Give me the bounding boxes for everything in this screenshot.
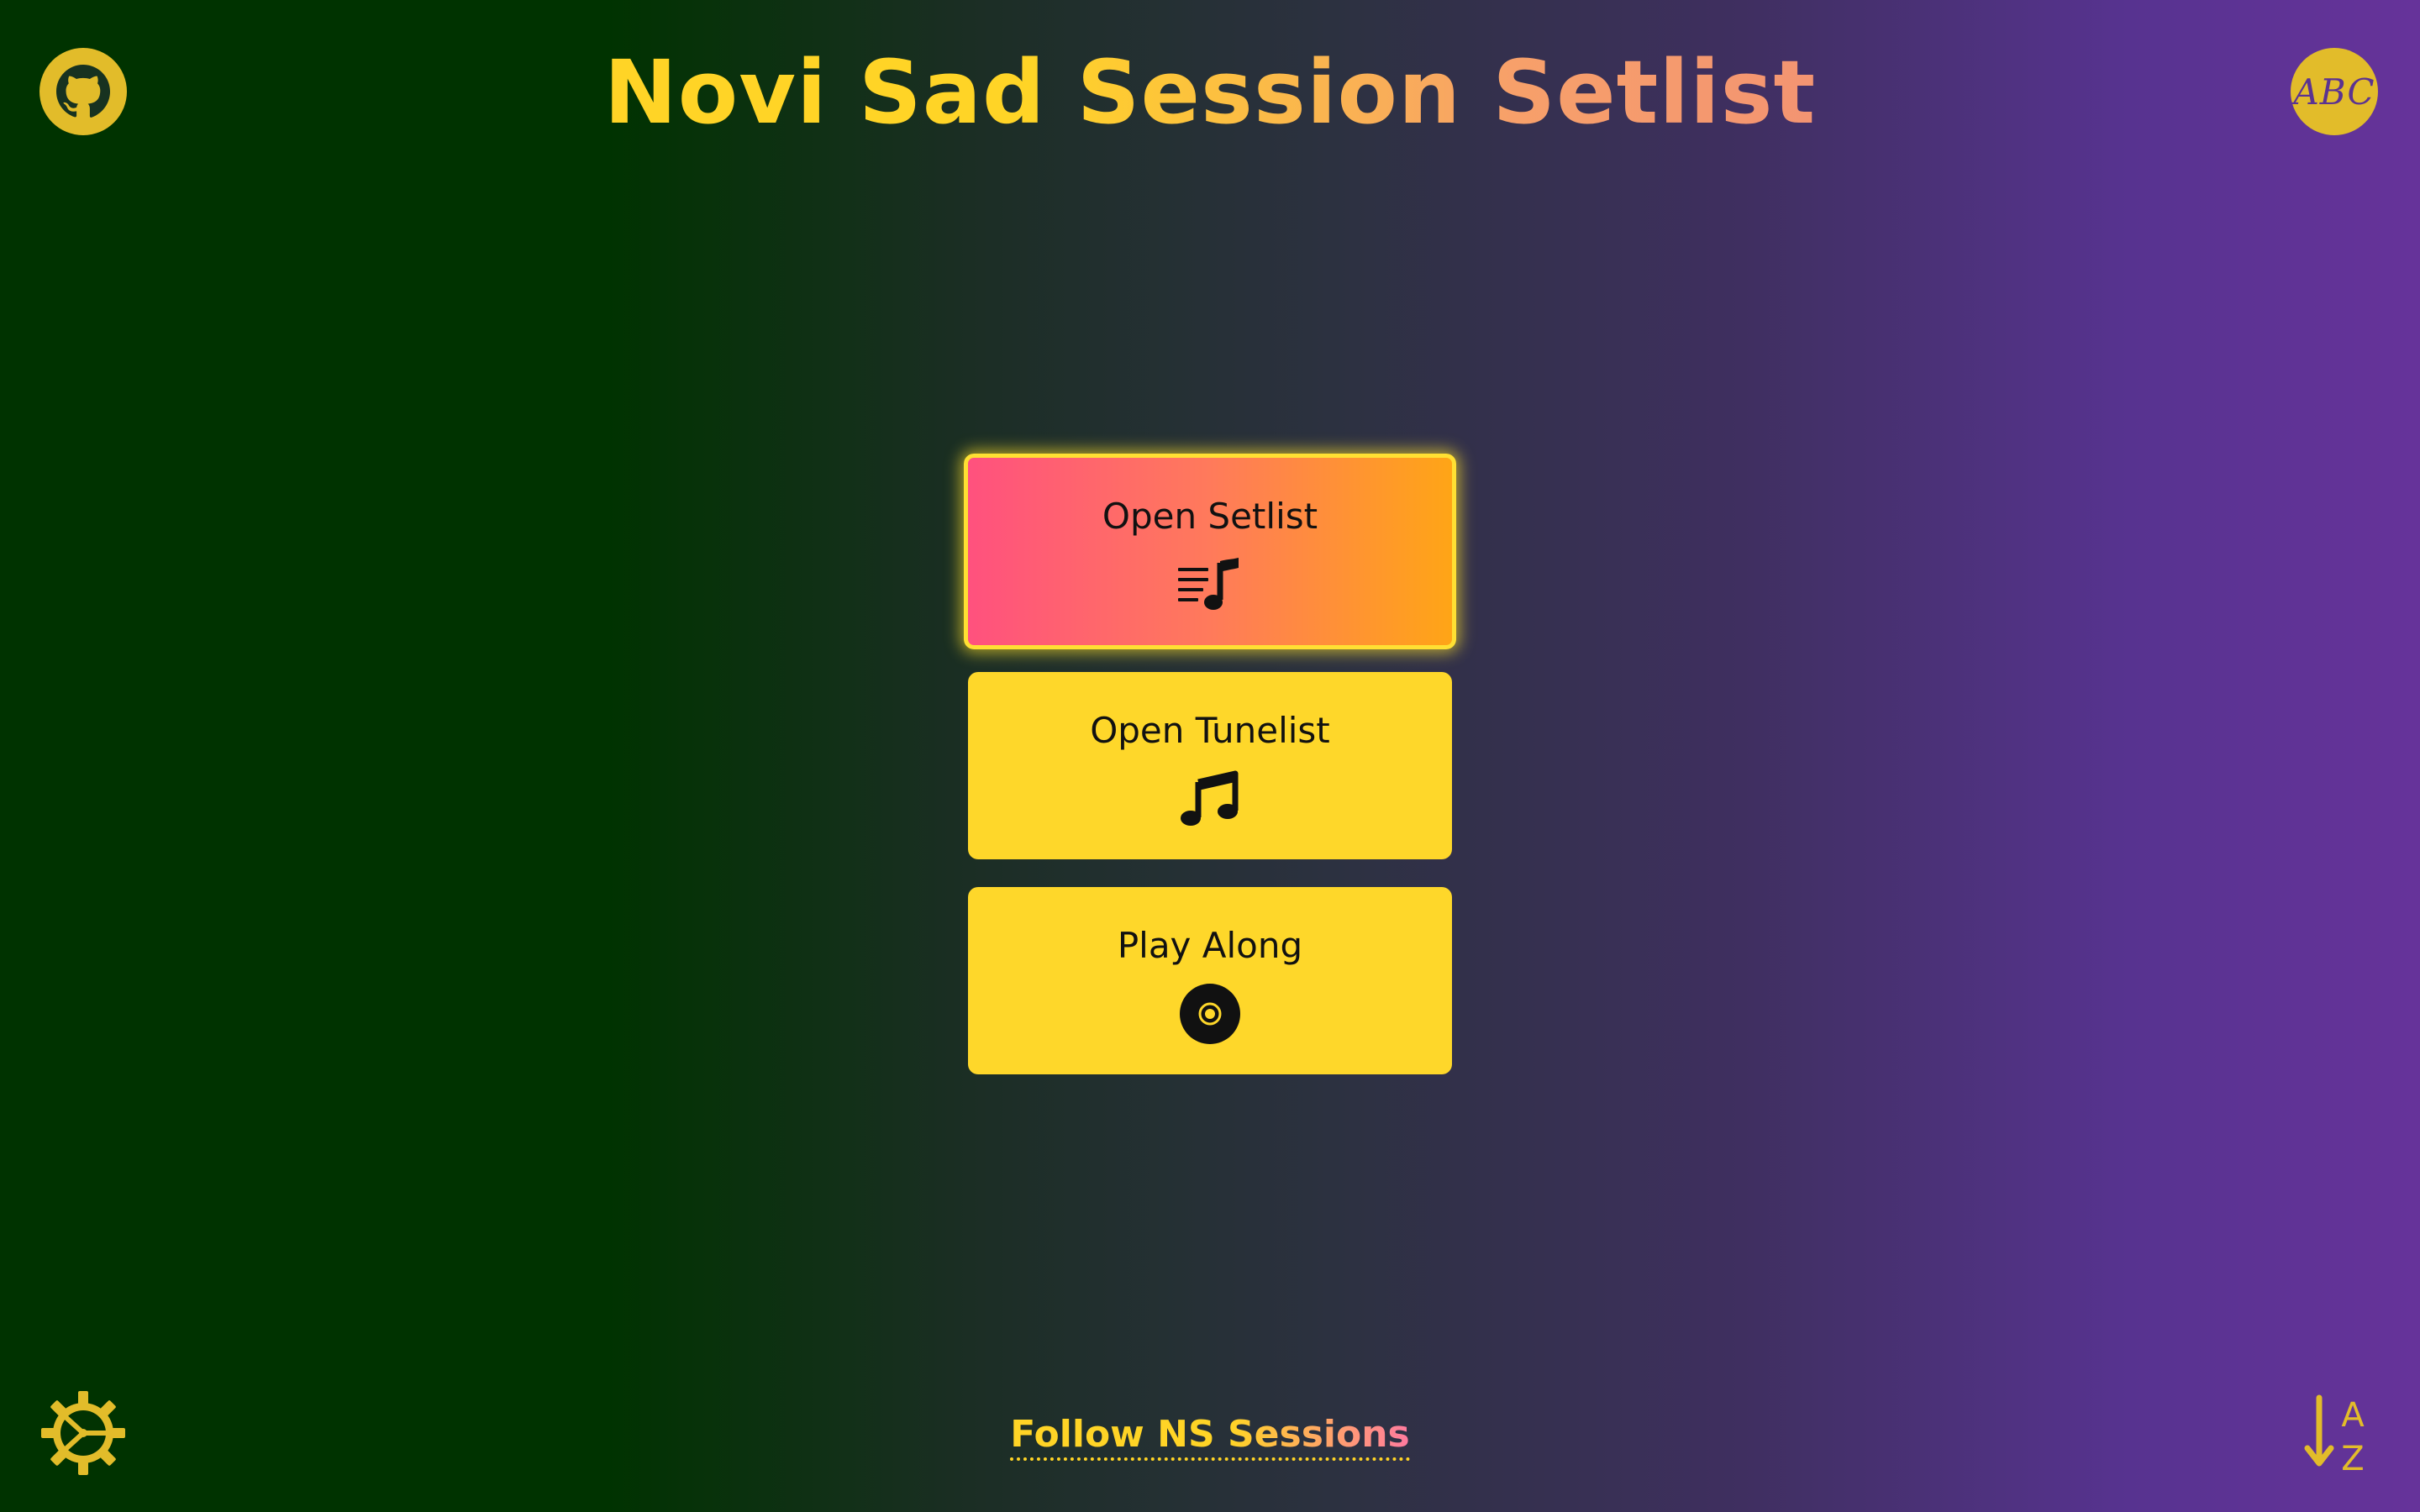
github-link[interactable] — [39, 48, 127, 135]
open-tunelist-button[interactable]: Open Tunelist — [968, 672, 1452, 859]
sort-a-label: A — [2341, 1396, 2365, 1435]
sort-z-label: Z — [2341, 1440, 2364, 1477]
play-along-label: Play Along — [1117, 925, 1303, 966]
open-setlist-button[interactable]: Open Setlist — [964, 454, 1456, 649]
sort-a-z-icon: A Z — [2304, 1394, 2365, 1477]
open-tunelist-label: Open Tunelist — [1090, 710, 1330, 751]
sort-button[interactable]: A Z — [2291, 1389, 2378, 1477]
abc-notation-button[interactable]: ABC — [2291, 48, 2378, 135]
github-icon — [39, 48, 127, 135]
setlist-icon — [1176, 554, 1244, 616]
play-along-button[interactable]: Play Along — [968, 887, 1452, 1074]
page-title-text: Novi Sad Session Setlist — [603, 41, 1817, 144]
follow-ns-sessions-link[interactable]: Follow NS Sessions — [1010, 1413, 1410, 1461]
music-notes-icon — [1176, 768, 1244, 830]
page-title: Novi Sad Session Setlist — [0, 34, 2420, 151]
main-menu: Open Setlist Open Tunelist Play Along — [964, 454, 1456, 1102]
open-setlist-label: Open Setlist — [1102, 496, 1318, 537]
disc-icon — [1176, 983, 1244, 1045]
follow-link-container: Follow NS Sessions — [0, 1413, 2420, 1461]
abc-notation-icon: ABC — [2291, 48, 2378, 135]
